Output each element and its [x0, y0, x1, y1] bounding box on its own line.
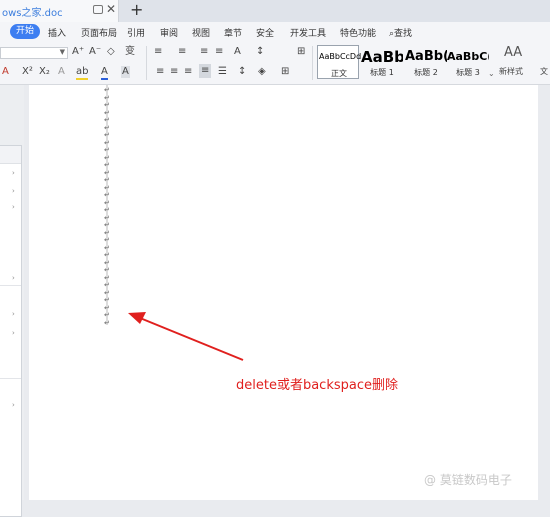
annotation-text: delete或者backspace删除	[236, 378, 398, 393]
watermark: @ 莫链数码电子	[424, 473, 512, 487]
annotation-arrow	[128, 312, 244, 361]
